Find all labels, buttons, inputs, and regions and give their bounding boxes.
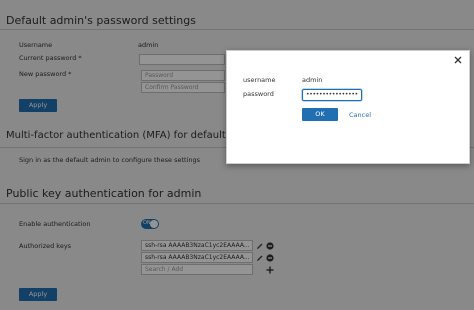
credentials-dialog: username admin password ••••••••••••••••… — [226, 50, 470, 164]
dialog-ok-button[interactable]: OK — [302, 108, 338, 121]
dialog-password-label: password — [243, 90, 274, 98]
dialog-cancel-button[interactable]: Cancel — [349, 111, 371, 119]
dialog-username-label: username — [243, 76, 276, 84]
close-icon[interactable] — [453, 55, 463, 65]
dialog-username-value: admin — [302, 76, 323, 84]
dialog-password-input[interactable]: •••••••••••••••• — [302, 89, 362, 101]
